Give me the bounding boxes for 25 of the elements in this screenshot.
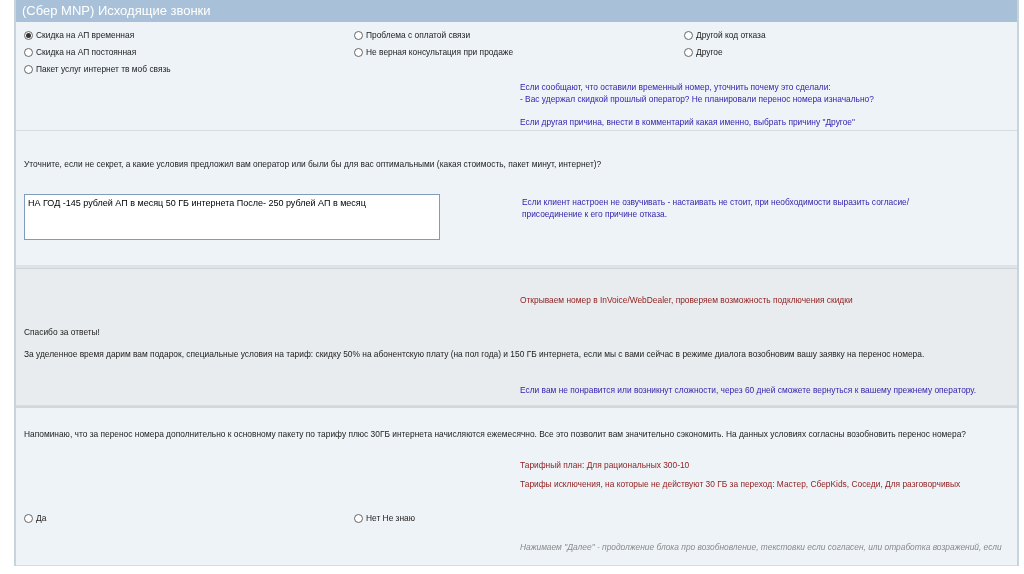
hint-text: Если клиент настроен не озвучивать - настаивать не стоит, при необходимости выразить согласие/ [522, 196, 910, 208]
answer-field[interactable]: НА ГОД -145 рублей АП в месяц 50 ГБ интернета После- 250 рублей АП в месяц [24, 194, 440, 240]
offer-text: За уделенное время дарим вам подарок, специальные условия на тариф: скидку 50% на абонентскую плату (на пол года) и 150 ГБ интернета, если мы с вами сейчас в режиме диалога возобновим вашу заявку на перенос номера. [24, 348, 926, 360]
window-title: (Сбер MNP) Исходящие звонки [16, 0, 1017, 22]
hint-text: Тарифы исключения, на которые не действуют 30 ГБ за переход: Мастер, СберKids, Соседи, Для разговорчивых [520, 478, 962, 490]
radio-option[interactable]: Проблема с оплатой связи [354, 29, 684, 41]
hint-text: - Вас удержал скидкой прошлый оператор? Не планировали перенос номера изначально? [520, 93, 875, 105]
hint-text: присоединение к его причине отказа. [522, 208, 668, 220]
radio-option[interactable]: Другое [684, 46, 1014, 58]
hint-text: Нажимаем "Далее" - продолжение блока про возобновление, текстовки если согласен, или отработка возражений, если [520, 541, 1003, 553]
hint-text: Если сообщают, что оставили временный номер, уточнить почему это сделали: [520, 81, 832, 93]
hint-text: Если вам не понравится или возникнут сложности, через 60 дней сможете вернуться к вашему прежнему оператору. [520, 384, 978, 396]
hint-text: Если другая причина, внести в комментарий какая именно, выбрать причину "Другое" [520, 116, 856, 128]
radio-option[interactable]: Не верная консультация при продаже [354, 46, 684, 58]
radio-option[interactable]: Пакет услуг интернет тв моб связь [24, 63, 354, 75]
hint-text: Открываем номер в InVoice/WebDealer, проверяем возможность подключения скидки [520, 294, 854, 306]
hint-text: Тарифный план: Для рациональных 300-10 [520, 459, 691, 471]
radio-option[interactable]: Скидка на АП временная [24, 29, 354, 41]
radio-option[interactable]: Нет Не знаю [354, 512, 684, 524]
radio-option[interactable]: Скидка на АП постоянная [24, 46, 354, 58]
radio-option[interactable]: Другой код отказа [684, 29, 1014, 41]
reminder-text: Напоминаю, что за перенос номера дополнительно к основному пакету по тарифу плюс 30ГБ интернета начисляются ежемесячно. Все это позволит вам значительно сэкономить. На данных условиях согласны возобновить перенос номера? [24, 428, 967, 440]
thanks-text: Спасибо за ответы! [24, 326, 101, 338]
radio-option[interactable]: Да [24, 512, 354, 524]
question-text: Уточните, если не секрет, а какие условия предложил вам оператор или были бы для вас оптимальными (какая стоимость, пакет минут, интернет)? [24, 158, 603, 170]
